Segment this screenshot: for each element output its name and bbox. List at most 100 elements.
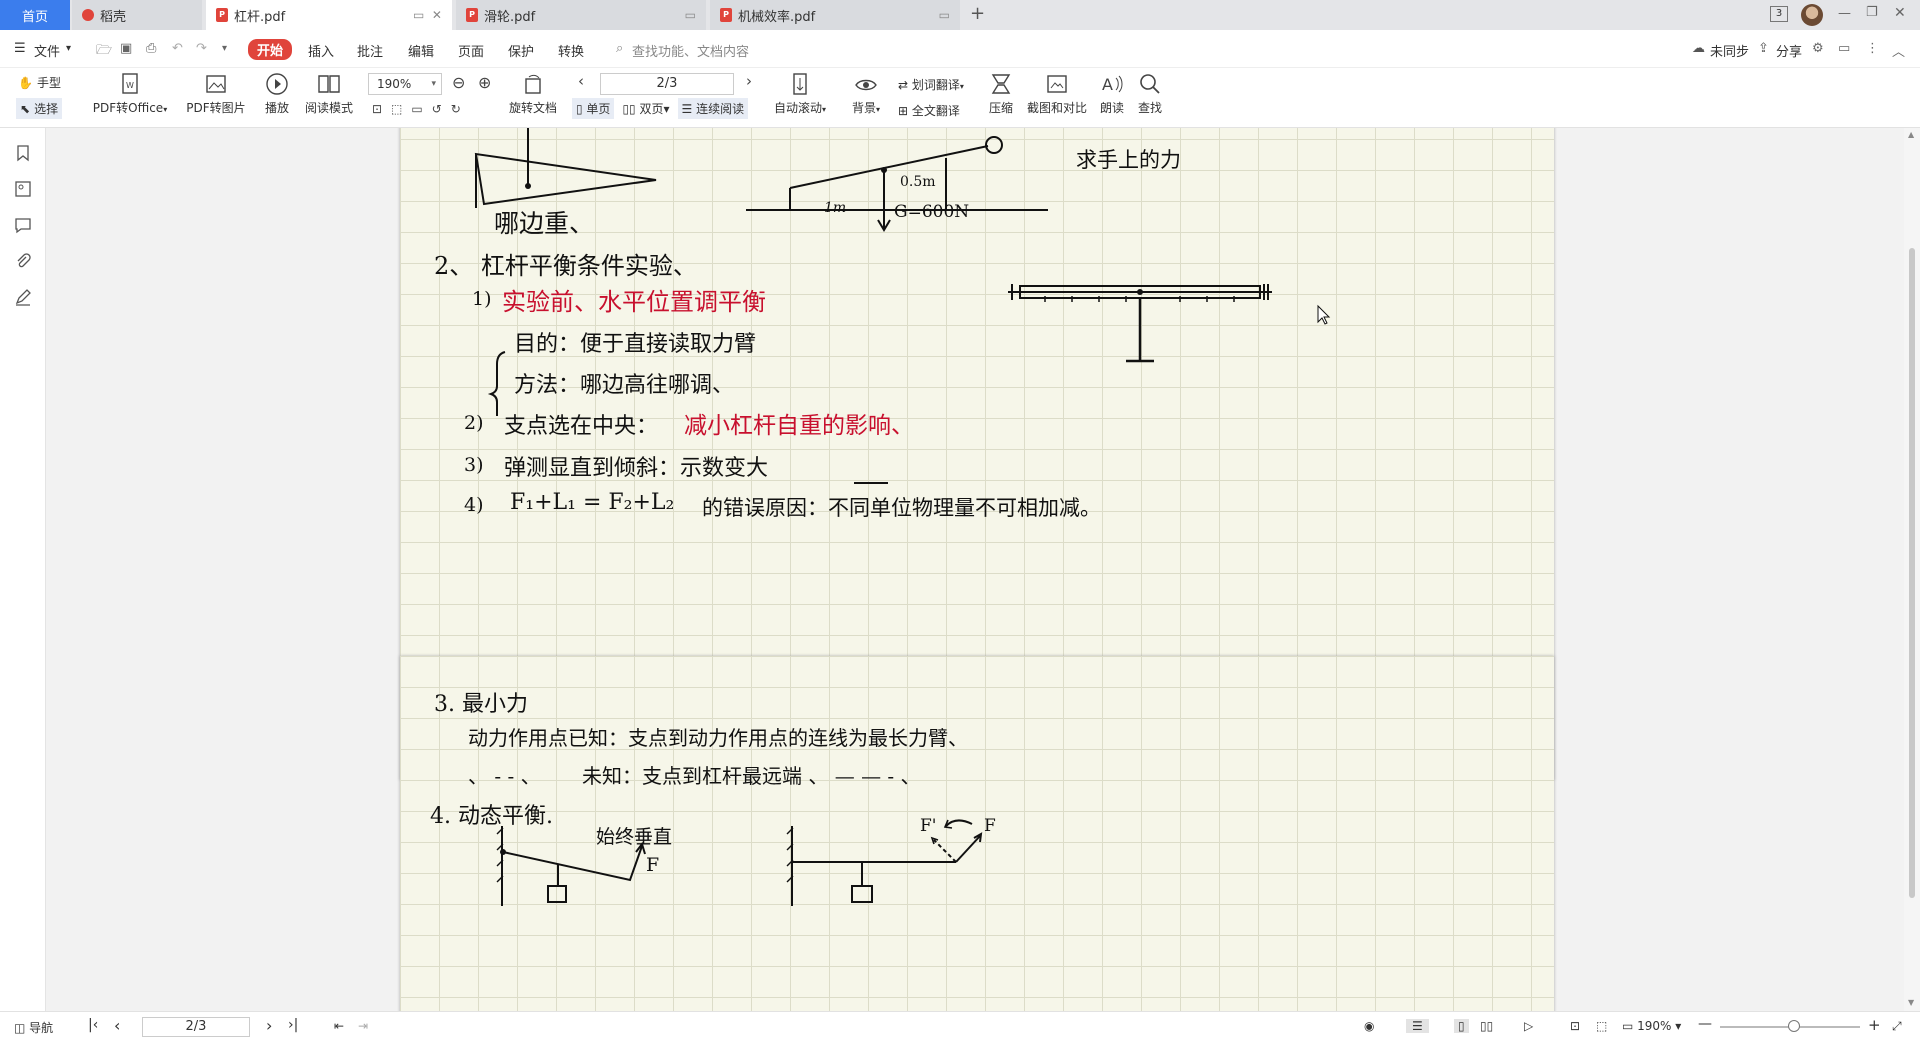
read-mode-button[interactable]: 阅读模式 <box>302 72 356 116</box>
menu-annotate[interactable]: 批注 <box>357 41 383 60</box>
new-tab-button[interactable]: + <box>970 3 985 24</box>
double-label: 双页 <box>639 102 664 116</box>
tab-lever-pdf[interactable]: P 杠杆.pdf ▭ ✕ <box>206 0 452 30</box>
scroll-up-icon[interactable]: ▲ <box>1908 130 1914 139</box>
menu-protect[interactable]: 保护 <box>508 41 534 60</box>
undo-icon[interactable]: ↶ <box>172 41 183 56</box>
nav-toggle[interactable]: ◫ 导航 <box>14 1019 53 1036</box>
window-count-badge[interactable]: 3 <box>1770 6 1788 22</box>
chevron-down-icon[interactable]: ▾ <box>66 43 71 54</box>
pdf-to-image-button[interactable]: PDF转图片 <box>184 72 248 116</box>
fullscreen-icon[interactable]: ⤢ <box>1892 1019 1902 1034</box>
double-page-button[interactable]: ▯▯ 双页▾ <box>618 98 673 119</box>
restore-icon[interactable]: ❐ <box>1866 5 1878 20</box>
play-button[interactable]: 播放 <box>262 72 292 116</box>
redo-icon[interactable]: ↷ <box>196 41 207 56</box>
svg-text:W: W <box>126 81 134 90</box>
open-folder-icon[interactable]: 🗁 <box>96 41 112 63</box>
bookmark-icon[interactable] <box>14 144 32 162</box>
play-status-icon[interactable]: ▷ <box>1524 1019 1533 1033</box>
back-view-icon[interactable]: ⇤ <box>334 1019 344 1033</box>
zoom-in-status-icon[interactable]: + <box>1868 1016 1881 1034</box>
print-icon[interactable]: ⎙ <box>146 41 156 56</box>
next-page-icon[interactable]: › <box>746 72 752 90</box>
zoom-out-status-icon[interactable]: — <box>1698 1016 1712 1032</box>
prev-page-status-icon[interactable]: ‹ <box>114 1016 120 1035</box>
avatar[interactable] <box>1801 4 1823 26</box>
page-number-input[interactable]: 2/3 <box>600 73 734 95</box>
read-aloud-button[interactable]: A 朗读 <box>1100 72 1124 116</box>
fit-page-icon[interactable]: ⬚ <box>1596 1019 1607 1033</box>
pdf-to-image-icon <box>206 75 226 93</box>
compress-button[interactable]: 压缩 <box>986 72 1016 116</box>
comment-icon[interactable]: ▭ <box>1838 41 1850 56</box>
close-window-icon[interactable]: ✕ <box>1894 5 1906 21</box>
zoom-slider-handle[interactable] <box>1788 1020 1800 1032</box>
zoom-in-icon[interactable]: ⊕ <box>478 73 491 92</box>
status-zoom-value: 190% <box>1637 1019 1672 1033</box>
settings-icon[interactable]: ⚙ <box>1812 41 1824 56</box>
first-page-icon[interactable]: |‹ <box>88 1017 98 1033</box>
double-page-status-icon[interactable]: ▯▯ <box>1480 1019 1493 1033</box>
rotate-doc-button[interactable]: 旋转文档 <box>506 72 560 116</box>
vertical-scrollbar[interactable]: ▲ ▼ <box>1904 128 1920 1011</box>
tab-window-icon[interactable]: ▭ <box>685 8 696 22</box>
prev-page-icon[interactable]: ‹ <box>578 72 584 90</box>
item-2-heading: 2、 杠杆平衡条件实验、 <box>434 252 697 280</box>
share-button[interactable]: 分享 <box>1776 41 1802 60</box>
sync-status[interactable]: 未同步 <box>1710 41 1749 60</box>
feature-search-input[interactable]: 查找功能、文档内容 <box>632 41 749 60</box>
full-translate-button[interactable]: ⊞ 全文翻译 <box>898 102 960 119</box>
menu-file[interactable]: 文件 <box>34 41 60 60</box>
tab-efficiency-pdf[interactable]: P 机械效率.pdf ▭ <box>710 0 960 30</box>
auto-scroll-button[interactable]: 自动滚动▾ <box>770 72 830 116</box>
menu-edit[interactable]: 编辑 <box>408 41 434 60</box>
scroll-down-icon[interactable]: ▼ <box>1908 998 1914 1007</box>
fit-width-icon[interactable]: ⊡ <box>1570 1019 1580 1033</box>
last-page-icon[interactable]: ›| <box>288 1017 298 1033</box>
screenshot-compare-button[interactable]: 截图和对比 <box>1026 72 1088 116</box>
scrollbar-thumb[interactable] <box>1909 248 1915 898</box>
save-icon[interactable]: ▣ <box>120 41 132 56</box>
status-page-input[interactable]: 2/3 <box>142 1017 250 1037</box>
next-page-status-icon[interactable]: › <box>266 1016 272 1035</box>
thumbnail-icon[interactable] <box>14 180 32 198</box>
tab-pulley-pdf[interactable]: P 滑轮.pdf ▭ <box>456 0 706 30</box>
page-tools-icons[interactable]: ⊡⬚▭↺↻ <box>372 102 470 116</box>
document-canvas[interactable]: 求手上的力 0.5m 1m G=600N 哪边重、 2、 杠杆平衡条件实验、 1… <box>46 128 1904 1011</box>
continuous-status-icon[interactable]: ☰ <box>1406 1019 1429 1033</box>
zoom-status[interactable]: ▭ 190% ▾ <box>1622 1019 1681 1033</box>
eye-protect-icon[interactable]: ◉ <box>1364 1019 1374 1033</box>
customize-icon[interactable]: ▾ <box>222 43 227 54</box>
menu-start[interactable]: 开始 <box>248 39 293 60</box>
single-page-status-icon[interactable]: ▯ <box>1454 1019 1469 1033</box>
background-button[interactable]: 背景▾ <box>848 72 884 116</box>
screenshot-icon <box>1047 75 1067 93</box>
zoom-out-icon[interactable]: ⊖ <box>452 73 465 92</box>
pdf-to-office-button[interactable]: W PDF转Office▾ <box>90 72 170 116</box>
single-page-button[interactable]: ▯ 单页 <box>572 98 615 119</box>
more-icon[interactable]: ⋮ <box>1866 41 1879 56</box>
hand-tool-button[interactable]: ✋ 手型 <box>18 74 61 91</box>
signature-icon[interactable] <box>14 288 32 306</box>
step-1-number: 1) <box>472 288 492 310</box>
tab-daoke[interactable]: 稻壳 <box>72 0 202 30</box>
dim-label-05m: 0.5m <box>900 174 936 190</box>
menu-insert[interactable]: 插入 <box>308 41 334 60</box>
tab-close-icon[interactable]: ▭ ✕ <box>413 8 442 22</box>
minimize-icon[interactable]: — <box>1838 6 1851 21</box>
collapse-icon[interactable]: ︿ <box>1892 41 1905 60</box>
zoom-select[interactable]: 190% ▾ <box>368 73 442 95</box>
menu-page[interactable]: 页面 <box>458 41 484 60</box>
hamburger-icon[interactable]: ☰ <box>14 41 26 56</box>
find-button[interactable]: 查找 <box>1138 72 1162 116</box>
attachment-icon[interactable] <box>14 252 32 270</box>
forward-view-icon[interactable]: ⇥ <box>358 1019 368 1033</box>
select-tool-button[interactable]: ⬉ 选择 <box>16 98 63 119</box>
continuous-read-button[interactable]: ☰ 连续阅读 <box>677 98 749 119</box>
menu-convert[interactable]: 转换 <box>558 41 584 60</box>
tab-home[interactable]: 首页 <box>0 0 70 30</box>
comment-list-icon[interactable] <box>14 216 32 234</box>
tab-window-icon[interactable]: ▭ <box>939 8 950 22</box>
word-translate-button[interactable]: ⇄ 划词翻译▾ <box>898 76 964 93</box>
